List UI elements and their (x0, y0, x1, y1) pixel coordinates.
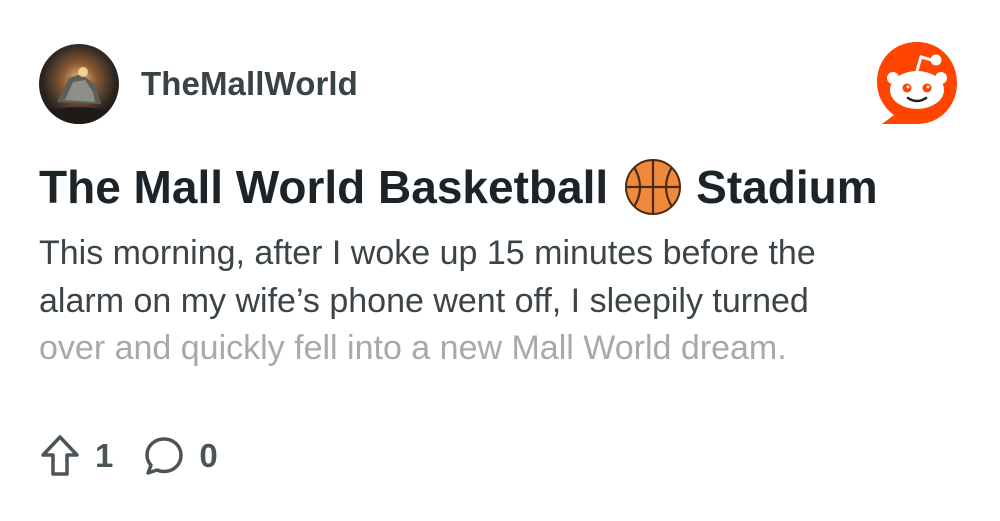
post-title-text-end: Stadium (696, 161, 878, 213)
comment-count: 0 (199, 437, 218, 474)
upvote-arrow-icon[interactable] (39, 434, 81, 478)
upvote-button[interactable]: 1 (39, 434, 113, 478)
upvote-count: 1 (95, 437, 114, 474)
basketball-icon (624, 158, 682, 216)
comment-button[interactable]: 0 (143, 435, 218, 477)
post-header: TheMallWorld (39, 44, 358, 124)
reddit-logo-icon (872, 38, 962, 128)
post-actions: 1 0 (39, 432, 248, 480)
author-name[interactable]: TheMallWorld (141, 65, 358, 103)
post-card[interactable]: TheMallWorld The Mall World Basketball S… (0, 0, 1000, 521)
avatar[interactable] (39, 44, 119, 124)
post-body-line: This morning, after I woke up 15 minutes… (39, 234, 816, 272)
post-body-line: alarm on my wife’s phone went off, I sle… (39, 281, 809, 320)
post-body-line-faded: over and quickly fell into a new Mall Wo… (39, 329, 787, 367)
comment-bubble-icon[interactable] (143, 435, 185, 477)
post-body[interactable]: This morning, after I woke up 15 minutes… (39, 230, 939, 373)
post-title[interactable]: The Mall World Basketball Stadium (39, 158, 969, 216)
post-title-text-start: The Mall World Basketball (39, 161, 609, 213)
